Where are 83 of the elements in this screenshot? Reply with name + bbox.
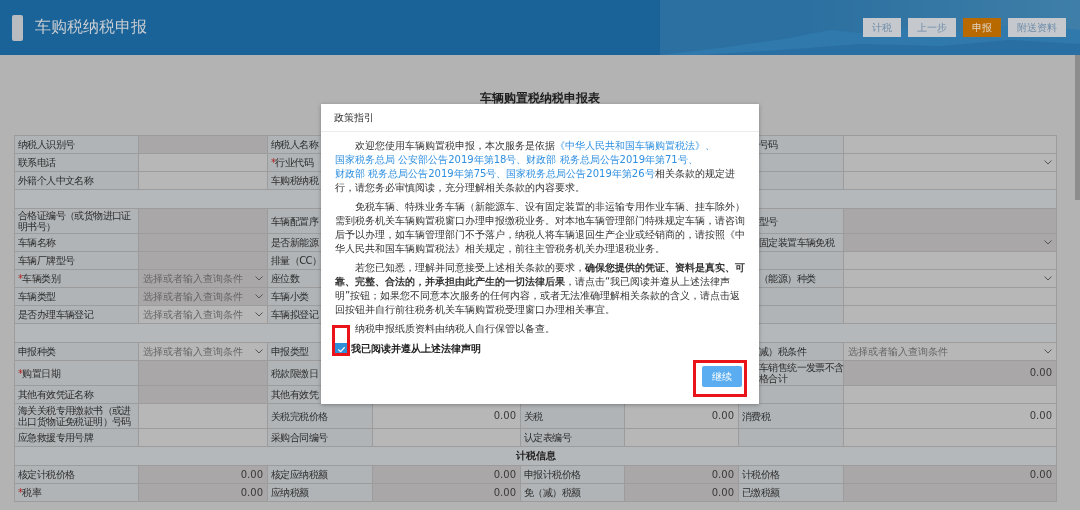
field-label: 税款限缴日 [271,367,318,379]
field-label: *车辆类别 [18,273,60,284]
agree-label: 我已阅读并遵从上述法律声明 [351,342,481,356]
section-title: 计税信息 [515,449,556,463]
regulation-link[interactable]: 财政部 税务总局公告2019年第75号、 [335,168,507,179]
amount-text: 0.00 [1029,468,1052,481]
placeholder-text: 选择或者输入查询条件 [143,308,243,321]
field-label: 外籍个人中文名称 [18,175,94,186]
field-label: 海关关税专用缴款书（或进出口货物证免税证明）号码 [18,405,132,427]
placeholder-text: 选择或者输入查询条件 [143,290,243,303]
field-label: 纳税人识别号 [18,139,75,150]
field-label: 认定表编号 [524,432,571,443]
field-label: 申报类型 [271,346,309,357]
form-title: 车辆购置税纳税申报表 [479,90,601,105]
placeholder-text: 选择或者输入查询条件 [143,345,243,358]
select-field[interactable]: 选择或者输入查询条件 [844,343,1056,361]
field-label: 申报计税价格 [524,469,581,480]
field-label: 应急救援专用号牌 [18,432,94,443]
field-label: 消费税 [742,410,771,422]
field-label: 排量（CC） [271,255,322,266]
amount-text: 0.00 [493,486,516,499]
regulation-link[interactable]: 国家税务总局 公安部公告2019年第18号、 [335,154,527,165]
field-label: 车辆拟登记 [271,309,318,320]
field-label: 关税 [524,410,543,422]
policy-paragraph: 免税车辆、特殊业务车辆（新能源车、设有固定装置的非运输专用作业车辆、挂车除外）需到税务机关车辆购置税窗口办理申报缴税业务。对本地车辆管理部门特殊规定车辆，请咨询后予以办理，如车辆管理部门不予落户，纳税人将车辆退回生产企业或经销商的，请按照《中华人民共和国车辆购置税法》相关规定，前往主管税务机关办理退税业务。 [335,200,745,256]
field-label: （能源）种类 [759,273,816,284]
regulation-link[interactable]: 国家税务总局公告2019年第26号 [506,168,655,179]
field-label: 其他有效凭证名称 [18,389,94,400]
field-label: 车辆配置序 [271,215,318,227]
field-label: 号码 [759,139,778,150]
continue-button[interactable]: 继续 [702,366,742,387]
toolbar-button[interactable]: 附送资料 [1008,18,1066,37]
amount-text: 0.00 [240,486,263,499]
field-label: 型号 [759,215,778,227]
field-label: 合格证编号（或货物进口证明书号） [18,210,132,232]
placeholder-text: 选择或者输入查询条件 [848,345,948,358]
field-label: 核定应纳税额 [271,469,328,480]
amount-text: 0.00 [1029,410,1052,422]
field-label: 车辆类型 [18,291,56,302]
amount-text: 0.00 [493,410,516,422]
field-label: 车销售统一发票不含 [759,362,844,373]
field-label: 其他有效凭 [271,389,318,400]
placeholder-text: 选择或者输入查询条件 [143,272,243,285]
policy-paragraph: 若您已知悉，理解并同意接受上述相关条款的要求，确保您提供的凭证、资料是真实、可靠、完整、合法的，并承担由此产生的一切法律后果，请点击“我已阅读并遵从上述法律声明”按钮；如果您不同意本次服务的任何内容，或者无法准确理解相关条款的含义，请点击返回按钮并自行前往税务机关车辆购置税受理窗口办理相关事宜。 [335,261,745,317]
page-title: 车购税纳税申报 [35,17,147,38]
dialog-title: 政策指引 [334,110,374,125]
regulation-link[interactable]: 财政部 税务总局公告2019年第71号、 [526,154,698,165]
field-label: 格合计 [759,373,788,384]
field-label: 车购税纳税 [271,175,318,186]
amount-text: 0.00 [1029,367,1052,379]
amount-text: 0.00 [240,468,263,481]
toolbar-button[interactable]: 计税 [863,18,901,37]
field-label: 座位数 [271,273,300,284]
field-label: 申报种类 [18,346,56,357]
toolbar-button[interactable]: 申报 [963,18,1001,37]
amount-text: 0.00 [711,468,734,481]
field-label: 纳税人名称 [271,139,318,150]
select-field[interactable]: 选择或者输入查询条件 [139,306,268,324]
field-label: 固定装置车辆免税 [759,237,835,248]
field-label: 车辆小类 [271,291,309,302]
field-label: *购置日期 [18,367,60,379]
amount-text: 0.00 [711,486,734,499]
field-label: 核定计税价格 [18,469,75,480]
field-label: 采购合同编号 [271,432,328,443]
field-label: 免（减）税额 [524,487,581,498]
field-label: 是否办理车辆登记 [18,309,94,320]
field-label: 应纳税额 [271,487,309,498]
field-label: *行业代码 [271,157,313,168]
field-label: 是否新能源 [271,237,318,248]
amount-text: 0.00 [493,468,516,481]
policy-paragraph: 欢迎您使用车辆购置税申报，本次服务是依据《中华人民共和国车辆购置税法》、 国家税务总局 公安部公告2019年第18号、财政部 税务总局公告2019年第71号、 财政部 税务总局公告2019年第75号、国家税务总局公告2019年第26号相关条款的规定进行，请您务必审慎阅读，充分理解相关条款的内容要求。 [335,139,736,195]
field-label: 减）税条件 [759,346,806,357]
field-label: 车辆厂牌型号 [18,255,75,266]
regulation-link[interactable]: 《中华人民共和国车辆购置税法》、 [555,140,715,151]
field-label: 车辆名称 [18,237,56,248]
amount-text: 0.00 [711,410,734,422]
policy-paragraph: 纳税申报纸质资料由纳税人自行保管以备查。 [354,322,556,336]
field-label: 关税完税价格 [271,410,328,422]
field-label: 计税价格 [742,469,780,480]
field-label: 已缴税额 [742,487,780,498]
field-label: *税率 [18,487,42,498]
field-label: 联系电话 [18,157,56,168]
select-field[interactable]: 选择或者输入查询条件 [139,343,268,361]
